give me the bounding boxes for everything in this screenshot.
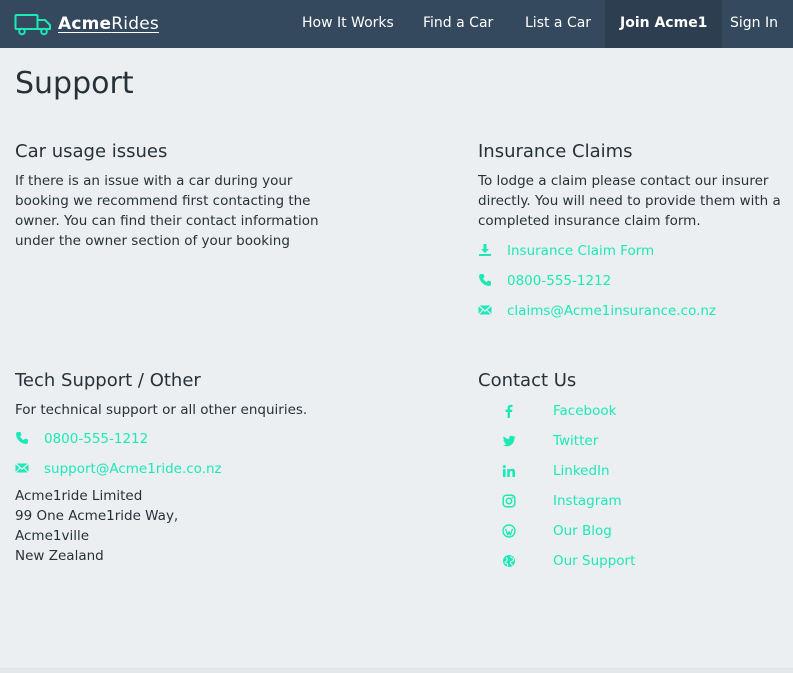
nav-join-button[interactable]: Join Acme1: [605, 0, 723, 48]
insurance-email-label: claims@Acme1insurance.co.nz: [507, 303, 717, 319]
support-label: Our Support: [553, 553, 636, 569]
phone-icon: [478, 273, 494, 289]
address-line: Acme1ride Limited: [15, 488, 143, 504]
insurance-phone-label: 0800-555-1212: [507, 273, 612, 289]
twitter-icon: [502, 434, 516, 448]
insurance-phone-link[interactable]: 0800-555-1212: [478, 266, 788, 296]
linkedin-link[interactable]: LinkedIn: [478, 456, 778, 486]
nav-list-a-car[interactable]: List a Car: [525, 0, 591, 48]
footer-divider: [0, 668, 793, 673]
contact-us-section: Contact Us Facebook Twitter LinkedIn Ins…: [478, 370, 778, 576]
tech-phone-label: 0800-555-1212: [44, 431, 149, 447]
nav-how-it-works[interactable]: How It Works: [302, 0, 394, 48]
insurance-text: To lodge a claim please contact our insu…: [478, 173, 781, 229]
tech-email-label: support@Acme1ride.co.nz: [44, 461, 222, 477]
insurance-section: Insurance Claims To lodge a claim please…: [478, 141, 788, 326]
address-line: Acme1ville: [15, 528, 90, 544]
twitter-link[interactable]: Twitter: [478, 426, 778, 456]
insurance-claim-form-link[interactable]: Insurance Claim Form: [478, 236, 788, 266]
tech-support-text: For technical support or all other enqui…: [15, 402, 308, 418]
envelope-icon: [15, 461, 31, 477]
company-address: Acme1ride Limited 99 One Acme1ride Way, …: [15, 486, 345, 566]
instagram-icon: [502, 494, 516, 508]
tech-email-link[interactable]: support@Acme1ride.co.nz: [15, 454, 345, 484]
nav-find-a-car[interactable]: Find a Car: [423, 0, 493, 48]
address-line: 99 One Acme1ride Way,: [15, 508, 179, 524]
instagram-label: Instagram: [553, 493, 622, 509]
globe-icon: [502, 554, 516, 568]
truck-logo-icon: [14, 14, 51, 36]
download-icon: [478, 243, 494, 259]
tech-phone-link[interactable]: 0800-555-1212: [15, 424, 345, 454]
nav-sign-in[interactable]: Sign In: [730, 0, 778, 48]
blog-label: Our Blog: [553, 523, 612, 539]
page-title: Support: [15, 66, 134, 101]
brand-name: AcmeRides: [58, 14, 159, 34]
support-link[interactable]: Our Support: [478, 546, 778, 576]
instagram-link[interactable]: Instagram: [478, 486, 778, 516]
blog-link[interactable]: Our Blog: [478, 516, 778, 546]
twitter-label: Twitter: [553, 433, 599, 449]
facebook-label: Facebook: [553, 403, 617, 419]
brand-link[interactable]: AcmeRides: [14, 10, 159, 38]
wordpress-icon: [502, 524, 516, 538]
top-navbar: AcmeRides How It Works Find a Car List a…: [0, 0, 793, 48]
insurance-claim-form-label: Insurance Claim Form: [507, 243, 655, 259]
car-usage-text: If there is an issue with a car during y…: [15, 173, 319, 249]
facebook-icon: [502, 404, 516, 418]
car-usage-section: Car usage issues If there is an issue wi…: [15, 141, 345, 251]
linkedin-label: LinkedIn: [553, 463, 610, 479]
insurance-email-link[interactable]: claims@Acme1insurance.co.nz: [478, 296, 788, 326]
linkedin-icon: [502, 464, 516, 478]
envelope-icon: [478, 303, 494, 319]
facebook-link[interactable]: Facebook: [478, 396, 778, 426]
tech-support-heading: Tech Support / Other: [15, 370, 201, 391]
car-usage-heading: Car usage issues: [15, 141, 168, 162]
contact-us-heading: Contact Us: [478, 370, 577, 391]
address-line: New Zealand: [15, 548, 104, 564]
tech-support-section: Tech Support / Other For technical suppo…: [15, 370, 345, 566]
phone-icon: [15, 431, 31, 447]
insurance-heading: Insurance Claims: [478, 141, 633, 162]
